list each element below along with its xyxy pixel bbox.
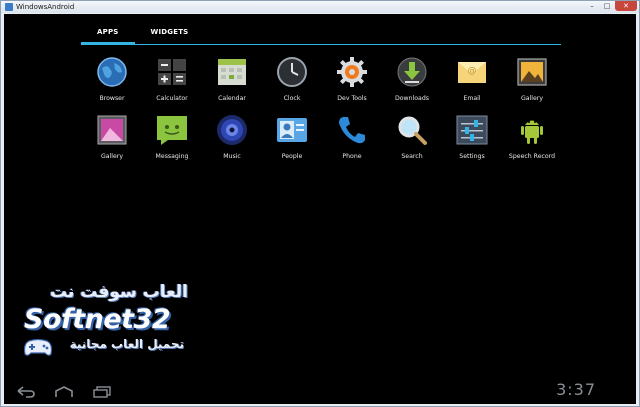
gear-icon (337, 57, 367, 87)
window-title: WindowsAndroid (16, 3, 75, 11)
app-label: Email (463, 95, 481, 102)
watermark-arabic-subtitle: تحميل العاب مجانية (69, 337, 184, 351)
home-icon[interactable] (54, 386, 74, 398)
contact-card-icon (277, 118, 307, 142)
speaker-icon (217, 115, 247, 145)
app-label: Calculator (156, 95, 188, 102)
clock-icon (277, 57, 307, 87)
recent-apps-icon[interactable] (92, 386, 112, 398)
app-calendar[interactable]: Calendar (202, 56, 262, 104)
tab-divider (81, 44, 561, 45)
gamepad-icon (23, 338, 53, 356)
back-icon[interactable] (16, 386, 36, 398)
app-messaging[interactable]: Messaging (142, 114, 202, 162)
app-label: Music (223, 153, 241, 160)
app-icon (5, 3, 13, 11)
close-button[interactable]: ✕ (615, 1, 637, 11)
title-bar[interactable]: WindowsAndroid – □ ✕ (1, 1, 639, 13)
app-label: Gallery (520, 95, 544, 102)
watermark-brand: Softnet32 (24, 304, 171, 335)
app-label: People (281, 153, 303, 160)
app-gallery[interactable]: Gallery (502, 56, 562, 104)
phone-handset-icon (339, 117, 365, 144)
app-label: Browser (99, 95, 125, 102)
watermark-arabic-title: العاب سوفت نت (50, 282, 188, 302)
magnifier-icon (398, 116, 427, 145)
svg-text:@: @ (468, 66, 477, 76)
maximize-button[interactable]: □ (600, 1, 614, 11)
app-settings[interactable]: Settings (442, 114, 502, 162)
photo-frame-icon (97, 115, 127, 145)
app-label: Search (401, 153, 423, 160)
app-label: Clock (283, 95, 301, 102)
app-speech-record[interactable]: Speech Record (502, 114, 562, 162)
sliders-icon (456, 115, 488, 145)
picture-icon (517, 58, 547, 86)
android-robot-icon (521, 120, 543, 144)
app-label: Settings (459, 153, 485, 160)
app-browser[interactable]: Browser (82, 56, 142, 104)
app-label: Downloads (395, 95, 429, 102)
minimize-button[interactable]: – (585, 1, 599, 11)
app-downloads[interactable]: Downloads (382, 56, 442, 104)
app-label: Phone (342, 153, 362, 160)
app-label: Gallery (100, 153, 124, 160)
app-email[interactable]: @ Email (442, 56, 502, 104)
app-people[interactable]: People (262, 114, 322, 162)
calendar-icon (218, 59, 246, 85)
emulator-window: WindowsAndroid – □ ✕ APPS WIDGETS Browse… (0, 0, 640, 407)
app-calculator[interactable]: Calculator (142, 56, 202, 104)
tab-widgets[interactable]: WIDGETS (135, 25, 205, 45)
app-grid: Browser Calculator Calendar Clock Dev To… (82, 56, 562, 162)
chat-bubble-icon (157, 116, 187, 145)
android-screen: APPS WIDGETS Browser Calculator Calendar… (4, 14, 636, 404)
app-label: Messaging (155, 153, 189, 160)
app-label: Speech Record (508, 153, 556, 160)
system-nav-bar: 3:37 (4, 374, 636, 404)
app-label: Dev Tools (337, 95, 367, 102)
calculator-icon (158, 59, 186, 85)
download-icon (397, 57, 427, 87)
envelope-icon: @ (458, 62, 486, 83)
window-controls: – □ ✕ (585, 1, 637, 12)
tab-apps[interactable]: APPS (81, 25, 135, 45)
drawer-tabs: APPS WIDGETS (81, 25, 204, 45)
app-search[interactable]: Search (382, 114, 442, 162)
app-dev-tools[interactable]: Dev Tools (322, 56, 382, 104)
globe-icon (97, 57, 127, 87)
app-phone[interactable]: Phone (322, 114, 382, 162)
watermark: العاب سوفت نت Softnet32 تحميل العاب مجان… (18, 282, 188, 362)
status-clock: 3:37 (556, 380, 596, 399)
app-label: Calendar (218, 95, 246, 102)
app-clock[interactable]: Clock (262, 56, 322, 104)
app-gallery-2[interactable]: Gallery (82, 114, 142, 162)
app-music[interactable]: Music (202, 114, 262, 162)
